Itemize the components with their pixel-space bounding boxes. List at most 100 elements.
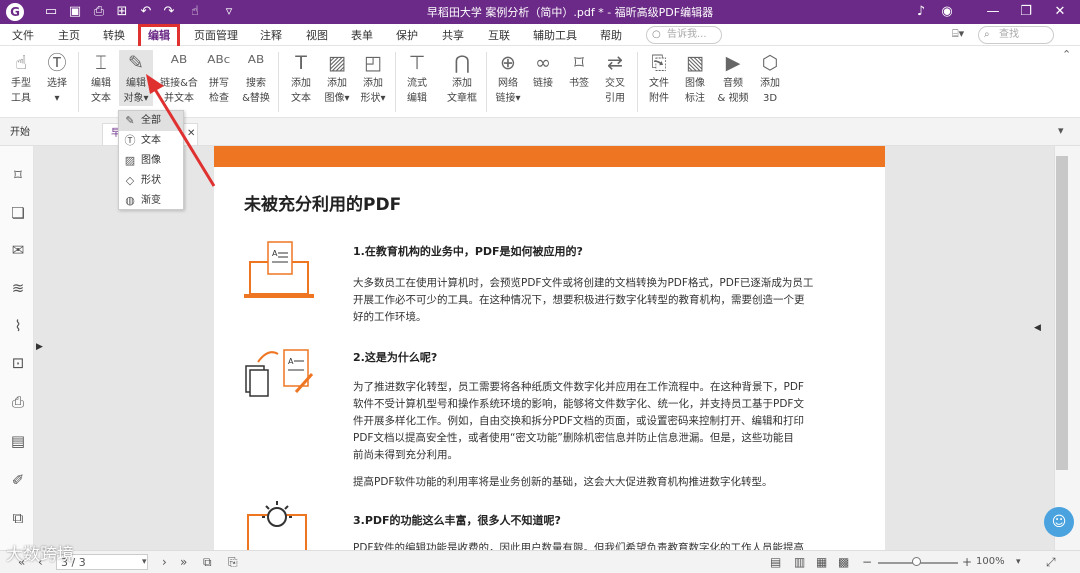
- zoom-out-icon[interactable]: −: [862, 554, 872, 570]
- add-image-button[interactable]: ▨ 添加 图像▾: [320, 50, 354, 106]
- facing-view-icon[interactable]: ▦: [816, 554, 827, 570]
- menu-help[interactable]: 帮助: [600, 27, 622, 43]
- cross-reference-button[interactable]: ⇄ 交叉 引用: [598, 50, 632, 106]
- link-join-text-button[interactable]: ᴬᴮ 链接&合 并文本: [158, 50, 200, 106]
- hand-tool-button[interactable]: ☝ 手型 工具: [4, 50, 38, 106]
- continuous-view-icon[interactable]: ▥: [794, 554, 805, 570]
- pages-panel-icon[interactable]: ❏: [9, 204, 27, 222]
- new-document-icon[interactable]: ⊞: [113, 3, 131, 21]
- menu-share[interactable]: 共享: [442, 27, 464, 43]
- image-annotation-button[interactable]: ▧ 图像 标注: [678, 50, 712, 106]
- expand-sidebar-icon[interactable]: ▶: [36, 342, 43, 352]
- find-input[interactable]: ⌕ 查找: [978, 26, 1054, 44]
- section-1-paragraph: 大多数员工在使用计算机时，会预览PDF文件或将创建的文档转换为PDF格式，PDF…: [353, 277, 814, 323]
- open-folder-icon[interactable]: ▭: [42, 3, 60, 21]
- security-panel-icon[interactable]: ⊡: [9, 354, 27, 372]
- content-panel-icon[interactable]: ▤: [9, 432, 27, 450]
- file-attachment-button[interactable]: ⎘ 文件 附件: [642, 50, 676, 106]
- redo-icon[interactable]: ↷: [160, 3, 178, 21]
- undo-icon[interactable]: ↶: [137, 3, 155, 21]
- tab-start[interactable]: 开始: [2, 123, 100, 145]
- bookmark-button[interactable]: ⌑ 书签: [562, 50, 596, 91]
- page-dropdown-icon[interactable]: ▾: [142, 554, 147, 570]
- edit-object-button[interactable]: ✎ 编辑 对象▾: [119, 50, 153, 106]
- menu-file[interactable]: 文件: [12, 27, 34, 43]
- fullscreen-icon[interactable]: ⤢: [1046, 554, 1056, 570]
- window-title: 早稻田大学 案例分析（简中）.pdf * - 福昕高级PDF编辑器: [426, 6, 714, 19]
- attachment-icon: ⎘: [651, 52, 667, 74]
- menu-view[interactable]: 视图: [306, 27, 328, 43]
- collapse-ribbon-icon[interactable]: ⌃: [1062, 48, 1071, 61]
- add-shape-icon: ◰: [364, 52, 382, 74]
- dropdown-item-shape[interactable]: ◇ 形状: [119, 171, 183, 191]
- zoom-in-icon[interactable]: +: [962, 554, 972, 570]
- dropdown-item-all[interactable]: ✎ 全部: [119, 111, 183, 131]
- add-3d-button[interactable]: ⬡ 添加 3D: [753, 50, 787, 106]
- single-page-view-icon[interactable]: ▤: [770, 554, 781, 570]
- restore-icon[interactable]: ❐: [1017, 3, 1035, 21]
- close-icon[interactable]: ✕: [1051, 3, 1069, 21]
- svg-text:A: A: [272, 249, 278, 258]
- document-viewer[interactable]: ▶ 未被充分利用的PDF A 1.在教育机构的业务中，PDF是如何被应用的? 大…: [34, 146, 1054, 550]
- section-2-title: 2.这是为什么呢?: [353, 351, 438, 364]
- signature-panel-icon[interactable]: ⎙: [9, 393, 27, 411]
- account-icon[interactable]: ◉: [938, 3, 956, 21]
- scrollbar-thumb[interactable]: [1056, 156, 1068, 470]
- comments-panel-icon[interactable]: ✉: [9, 241, 27, 259]
- menu-protect[interactable]: 保护: [396, 27, 418, 43]
- edit-text-button[interactable]: ⌶ 编辑 文本: [84, 50, 118, 106]
- copy-page-icon[interactable]: ⧉: [203, 554, 212, 570]
- tab-list-icon[interactable]: ▾: [1058, 124, 1064, 137]
- add-shape-button[interactable]: ◰ 添加 形状▾: [356, 50, 390, 106]
- vertical-scrollbar[interactable]: [1054, 146, 1080, 550]
- audio-video-button[interactable]: ▶ 音频 & 视频: [714, 50, 752, 106]
- add-article-box-button[interactable]: ⋂ 添加 文章框: [442, 50, 482, 106]
- select-tool-button[interactable]: Ⓣ 选择 ▾: [40, 50, 74, 106]
- bell-icon[interactable]: ♪: [912, 3, 930, 21]
- customize-dropdown-icon[interactable]: ▿: [220, 3, 238, 21]
- bookmark-icon: ⌑: [574, 52, 584, 74]
- flow-edit-button[interactable]: ⊤ 流式 编辑: [400, 50, 434, 106]
- bookmark-panel-icon[interactable]: ⌑: [9, 166, 27, 184]
- save-icon[interactable]: ▣: [66, 3, 84, 21]
- dropdown-item-text[interactable]: Ⓣ 文本: [119, 131, 183, 151]
- menu-page-management[interactable]: 页面管理: [194, 27, 238, 43]
- minimize-icon[interactable]: —: [984, 3, 1002, 21]
- menu-comment[interactable]: 注释: [260, 27, 282, 43]
- destinations-panel-icon[interactable]: ⧉: [9, 509, 27, 527]
- menu-accessibility[interactable]: 辅助工具: [533, 27, 577, 43]
- section-2-conclusion: 提高PDF软件功能的利用率将是业务创新的基础，这会大大促进教育机构推进数字化转型…: [353, 476, 773, 488]
- menu-home[interactable]: 主页: [58, 27, 80, 43]
- title-bar: G ▭ ▣ ⎙ ⊞ ↶ ↷ ☝ ▿ 早稻田大学 案例分析（简中）.pdf * -…: [0, 0, 1080, 24]
- last-page-icon[interactable]: »: [180, 554, 187, 570]
- search-replace-button[interactable]: ᴬᴮ 搜索 &替换: [239, 50, 273, 106]
- watermark: 大数跨境: [6, 545, 74, 565]
- web-link-button[interactable]: ⊕ 网络 链接▾: [491, 50, 525, 106]
- dropdown-item-image[interactable]: ▨ 图像: [119, 151, 183, 171]
- link-button[interactable]: ∞ 链接: [526, 50, 560, 91]
- layers-panel-icon[interactable]: ≋: [9, 279, 27, 297]
- attachments-panel-icon[interactable]: ⌇: [9, 317, 27, 335]
- next-page-icon[interactable]: ›: [162, 554, 167, 570]
- menu-convert[interactable]: 转换: [103, 27, 125, 43]
- close-tab-icon[interactable]: ✕: [187, 124, 195, 144]
- chat-assistant-icon[interactable]: ☺: [1044, 507, 1074, 537]
- menu-form[interactable]: 表单: [351, 27, 373, 43]
- tell-me-input[interactable]: ○ 告诉我...: [646, 26, 722, 44]
- status-bar: « ‹ 3 / 3 ▾ › » ⧉ ⎘ ▤ ▥ ▦ ▩ − + 100% ▾ ⤢: [0, 550, 1080, 573]
- menu-connect[interactable]: 互联: [488, 27, 510, 43]
- rotate-view-icon[interactable]: ⎘: [228, 554, 238, 570]
- zoom-level[interactable]: 100%: [976, 554, 1005, 570]
- spell-check-button[interactable]: ᴬᴮᶜ 拼写 检查: [202, 50, 236, 106]
- add-text-button[interactable]: T 添加 文本: [284, 50, 318, 106]
- expand-right-panel-icon[interactable]: ◀: [1034, 323, 1041, 333]
- print-icon[interactable]: ⎙: [90, 3, 108, 21]
- cover-view-icon[interactable]: ▩: [838, 554, 849, 570]
- dropdown-item-gradient[interactable]: ◍ 渐变: [119, 191, 183, 211]
- zoom-slider-handle[interactable]: [912, 557, 921, 566]
- pdf-page: 未被充分利用的PDF A 1.在教育机构的业务中，PDF是如何被应用的? 大多数…: [214, 146, 885, 550]
- zoom-dropdown-icon[interactable]: ▾: [1016, 554, 1021, 570]
- search-options-icon[interactable]: ⌸▾: [952, 27, 964, 41]
- hand-icon[interactable]: ☝: [186, 3, 204, 21]
- tags-panel-icon[interactable]: ✐: [9, 471, 27, 489]
